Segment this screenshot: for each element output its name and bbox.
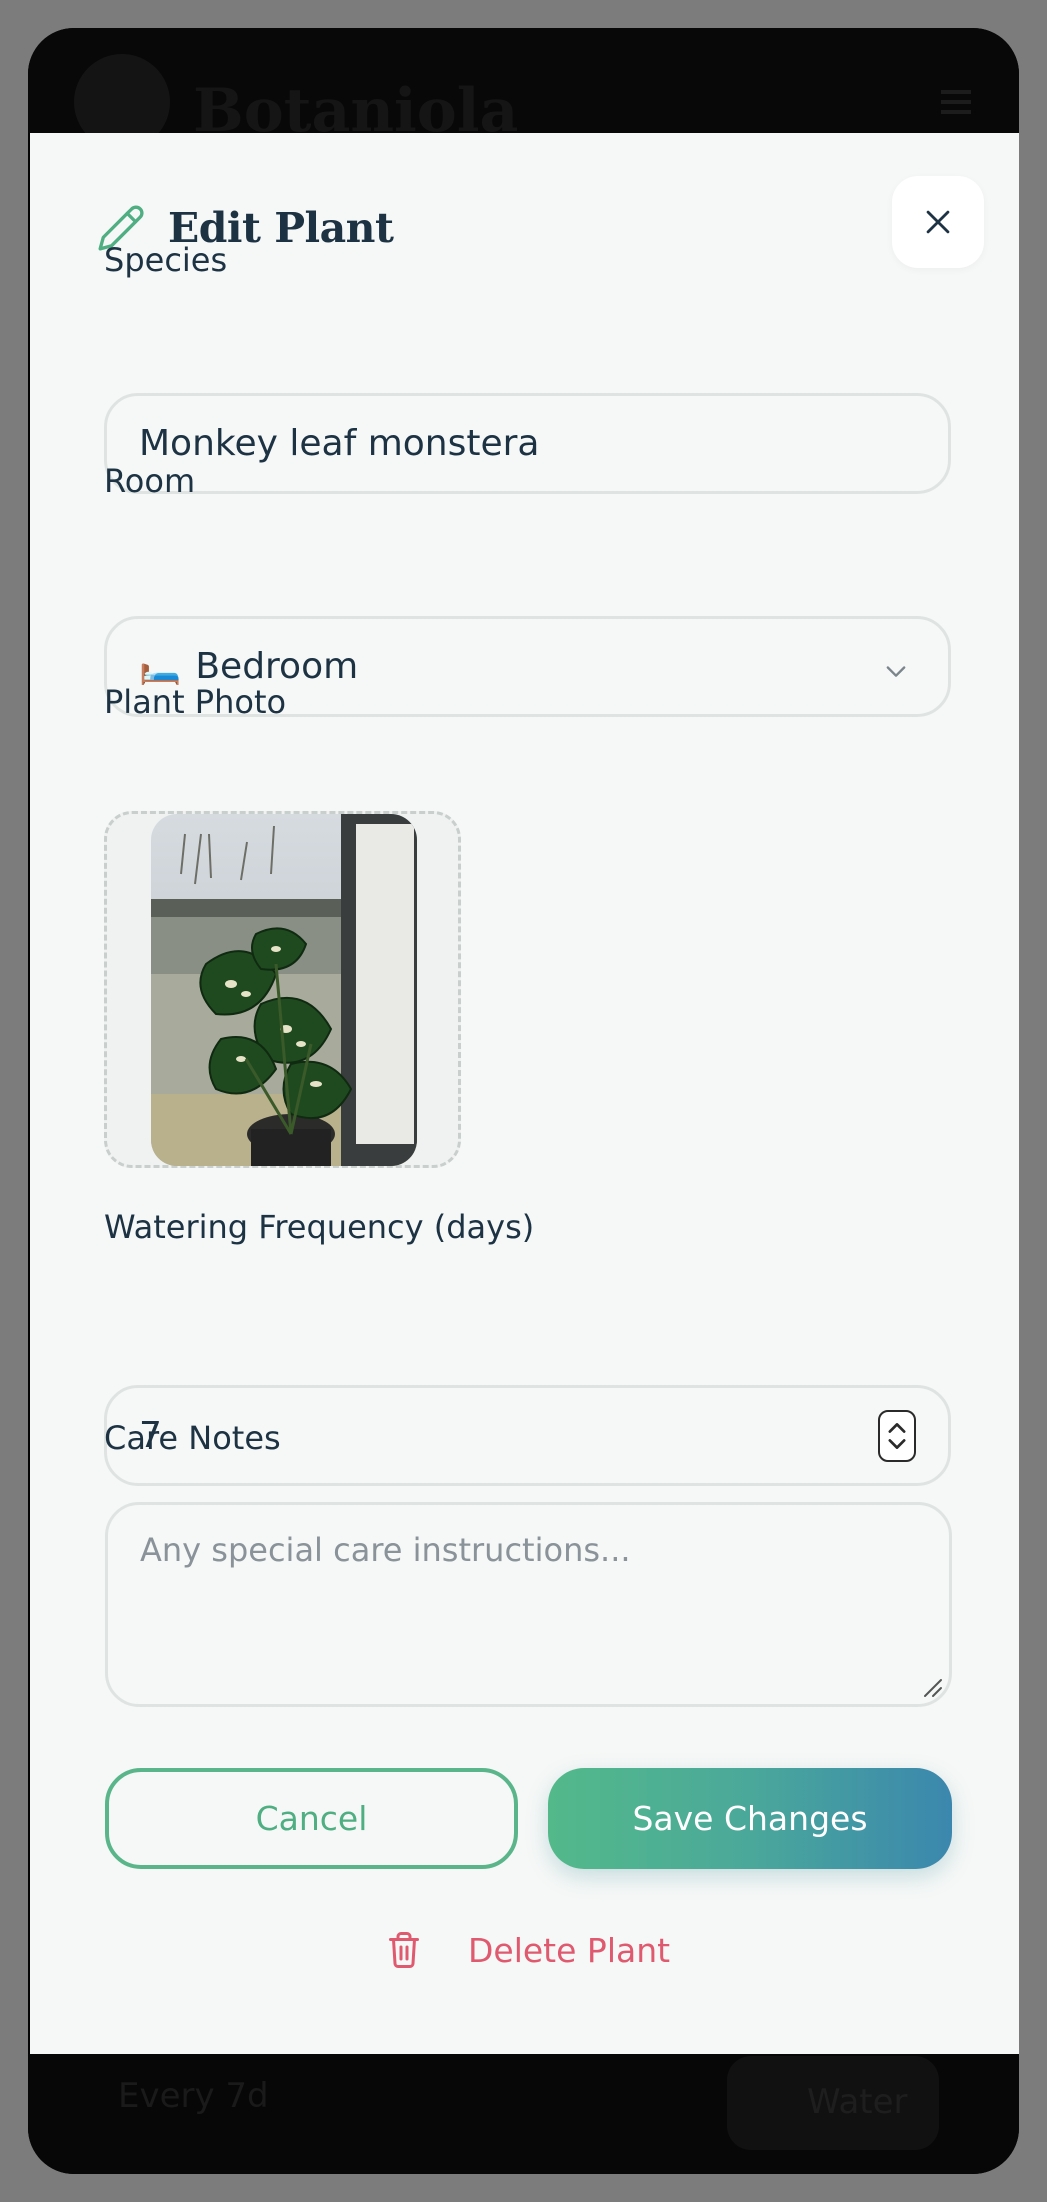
stepper-arrows-icon [888, 1423, 906, 1449]
notes-label: Care Notes [104, 1419, 281, 1457]
menu-icon [941, 90, 971, 114]
save-wrapper: Save Changes [548, 1768, 952, 1869]
monstera-photo-image [151, 814, 417, 1166]
cancel-button[interactable]: Cancel [105, 1768, 518, 1869]
delete-plant-label: Delete Plant [468, 1930, 671, 1970]
trash-icon [389, 1932, 419, 1968]
cancel-wrapper: Cancel [105, 1768, 518, 1869]
photo-upload-zone[interactable] [104, 811, 461, 1168]
number-stepper[interactable] [878, 1410, 916, 1462]
save-changes-button[interactable]: Save Changes [548, 1768, 952, 1869]
resize-handle-icon[interactable] [921, 1676, 943, 1698]
notes-placeholder: Any special care instructions... [140, 1531, 631, 1569]
watering-label: Watering Frequency (days) [104, 1208, 535, 1246]
footer-frequency: Every 7d [118, 2076, 269, 2116]
footer-water-button: Water [727, 2056, 939, 2150]
delete-plant-button[interactable]: Delete Plant [386, 1930, 670, 1970]
app-header: Botaniola [28, 28, 1019, 150]
app-footer: Every 7d Water [28, 2054, 1019, 2174]
notes-wrapper: Any special care instructions... [105, 1502, 952, 1707]
species-field-spacer [105, 293, 952, 394]
plant-photo[interactable] [151, 814, 417, 1166]
care-notes-textarea[interactable]: Any special care instructions... [105, 1502, 952, 1707]
